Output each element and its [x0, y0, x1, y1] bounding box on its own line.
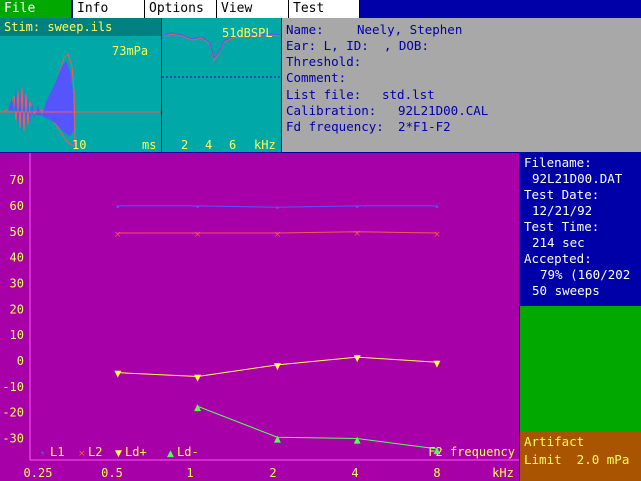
menu-test[interactable]: Test	[289, 0, 360, 18]
test-time-label: Test Time:	[524, 219, 600, 234]
y-tick-label: -20	[2, 406, 24, 420]
data-point-L2: ×	[353, 229, 361, 239]
data-point-Ld-: ▲	[354, 436, 361, 446]
data-point-Ld-: ▲	[274, 434, 281, 444]
data-point-Ld+: ▼	[274, 362, 281, 372]
ear-line: Ear: L, ID: , DOB:	[286, 38, 429, 53]
list-file-label: List file:	[286, 87, 362, 102]
filename-label: Filename:	[524, 155, 592, 170]
legend-label-L2: L2	[88, 445, 102, 459]
stimulus-title: Stim: sweep.ils	[0, 18, 161, 36]
x-tick-label: 1	[186, 466, 193, 480]
x-unit-label: kHz	[492, 466, 514, 480]
data-point-L2: ×	[433, 230, 441, 240]
stimulus-panel: Stim: sweep.ils 73mPa 10 ms	[0, 18, 161, 152]
name-label: Name:	[286, 22, 324, 37]
dp-level: 51dBSPL	[222, 26, 273, 40]
status-indicator-panel	[520, 306, 641, 432]
artifact-limit: Limit 2.0 mPa	[524, 452, 630, 467]
legend-marker-L1: •	[40, 449, 45, 459]
legend-label-L1: L1	[50, 445, 64, 459]
stimulus-x-tick: 10	[72, 138, 87, 152]
fd-frequency-value: 2*F1-F2	[398, 119, 451, 134]
data-point-L1: •	[195, 203, 200, 213]
fd-frequency-label: Fd frequency:	[286, 119, 384, 134]
legend-marker-Ld-: ▲	[167, 449, 174, 459]
x-tick-label: 4	[351, 466, 358, 480]
x-tick-label: 8	[433, 466, 440, 480]
data-point-L2: ×	[194, 230, 202, 240]
test-date-value: 12/21/92	[532, 203, 593, 218]
dp-x-unit: kHz	[254, 138, 276, 152]
x-tick-label: 0.5	[101, 466, 123, 480]
menu-options[interactable]: Options	[145, 0, 217, 18]
data-point-Ld+: ▼	[194, 374, 201, 384]
legend-label-Ld+: Ld+	[125, 445, 147, 459]
name-value: Neely, Stephen	[357, 22, 463, 37]
series-line-Ld-	[197, 405, 438, 450]
stimulus-level: 73mPa	[112, 44, 149, 58]
y-tick-label: 0	[17, 354, 24, 368]
data-point-L1: •	[355, 203, 360, 213]
y-tick-label: 40	[10, 251, 24, 265]
data-point-L2: ×	[274, 230, 282, 240]
calibration-label: Calibration:	[286, 103, 377, 118]
test-date-label: Test Date:	[524, 187, 600, 202]
menu-file[interactable]: File	[0, 0, 72, 18]
comment-label: Comment:	[286, 70, 347, 85]
y-tick-label: -30	[2, 432, 24, 446]
accepted-value: 79% (160/202	[540, 267, 631, 282]
threshold-label: Threshold:	[286, 54, 362, 69]
data-point-L1: •	[275, 204, 280, 214]
data-point-Ld+: ▼	[114, 370, 121, 380]
x-tick-label: 0.25	[24, 466, 53, 480]
y-tick-label: 60	[10, 199, 24, 213]
y-tick-label: 70	[10, 173, 24, 187]
y-tick-label: -10	[2, 380, 24, 394]
data-point-Ld-: ▲	[434, 446, 441, 456]
artifact-panel: Artifact Limit 2.0 mPa	[520, 432, 641, 481]
dpgram-chart: 70 60 50 40 30 20 10 0 -10 -20 -30 0.25 0.5 1 2 4 8 kHz F2…	[2, 153, 519, 480]
y-tick-label: 20	[10, 302, 24, 316]
legend-label-Ld-: Ld-	[177, 445, 199, 459]
menu-info[interactable]: Info	[73, 0, 145, 18]
filename-value: 92L21D00.DAT	[532, 171, 623, 186]
calibration-value: 92L21D00.CAL	[398, 103, 489, 118]
test-time-value: 214 sec	[532, 235, 585, 250]
data-point-Ld-: ▲	[194, 403, 201, 413]
accepted-label: Accepted:	[524, 251, 592, 266]
dp-spectrum-panel: 51dBSPL 2 4 6 kHz	[162, 18, 281, 152]
menu-view[interactable]: View	[217, 0, 289, 18]
list-file-value: std.lst	[382, 87, 435, 102]
y-tick-label: 30	[10, 276, 24, 290]
subject-info-panel: Name: Neely, Stephen Ear: L, ID: , DOB: …	[282, 18, 641, 152]
legend-marker-Ld+: ▼	[115, 449, 122, 459]
sweeps-value: 50 sweeps	[532, 283, 600, 298]
file-info-panel: Filename: 92L21D00.DAT Test Date: 12/21/…	[520, 153, 641, 305]
stimulus-x-unit: ms	[142, 138, 157, 152]
legend-marker-L2: ×	[78, 449, 86, 459]
data-point-Ld+: ▼	[434, 359, 441, 369]
y-tick-label: 10	[10, 328, 24, 342]
x-axis-title: F2 frequency	[428, 445, 515, 459]
dp-x-tick-2: 2	[181, 138, 189, 152]
data-point-Ld+: ▼	[354, 354, 361, 364]
artifact-label: Artifact	[524, 434, 585, 449]
data-point-L2: ×	[114, 230, 122, 240]
dp-x-tick-4: 4	[205, 138, 213, 152]
data-point-L1: •	[434, 203, 439, 213]
data-point-L1: •	[115, 203, 120, 213]
x-tick-label: 2	[269, 466, 276, 480]
dpgram-plot: 70 60 50 40 30 20 10 0 -10 -20 -30 0.25 0.5 1 2 4 8 kHz F2…	[0, 153, 519, 481]
y-tick-label: 50	[10, 225, 24, 239]
dp-x-tick-6: 6	[229, 138, 237, 152]
